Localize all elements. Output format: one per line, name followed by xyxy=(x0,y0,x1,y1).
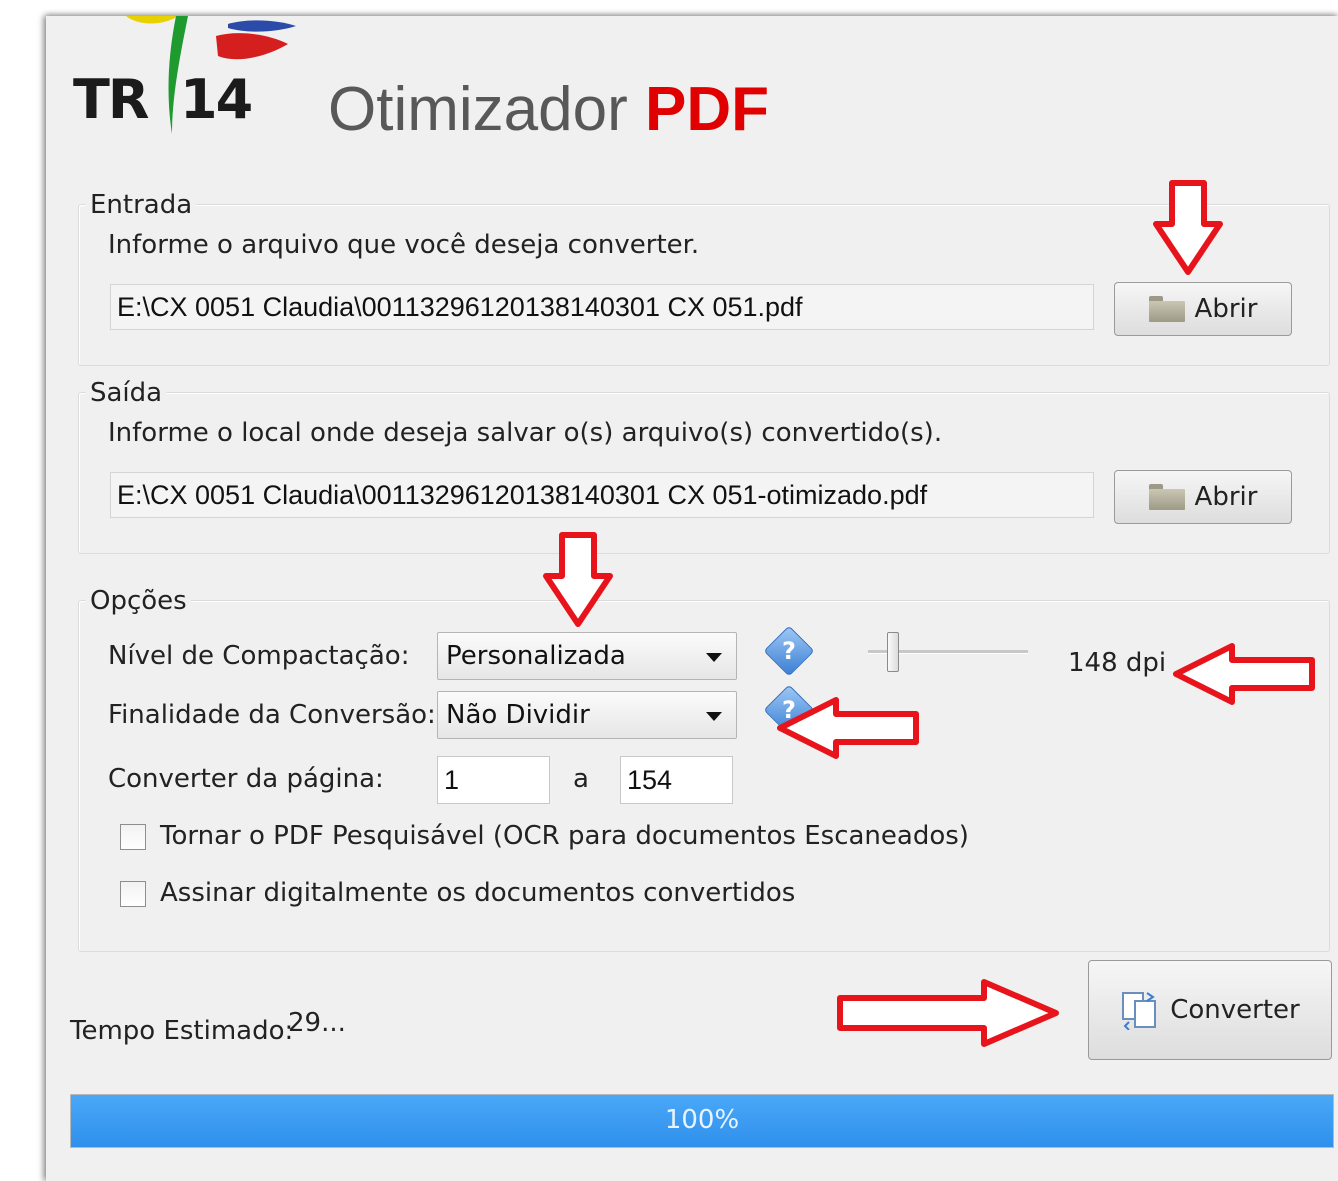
tr14-logo: TR 14 xyxy=(68,16,298,136)
purpose-label: Finalidade da Conversão: xyxy=(108,700,436,730)
convert-icon xyxy=(1122,992,1157,1030)
chevron-down-icon xyxy=(706,653,722,662)
folder-icon xyxy=(1148,484,1185,510)
entrada-path-field[interactable]: E:\CX 0051 Claudia\00113296120138140301 … xyxy=(110,284,1094,330)
saida-instruction: Informe o local onde deseja salvar o(s) … xyxy=(108,418,943,448)
sign-label: Assinar digitalmente os documentos conve… xyxy=(160,878,796,908)
annotation-arrow-left-icon xyxy=(1173,643,1315,705)
folder-icon xyxy=(1148,296,1185,322)
saida-open-label: Abrir xyxy=(1194,482,1258,512)
dpi-value: 148 dpi xyxy=(1068,648,1167,678)
saida-path-field[interactable]: E:\CX 0051 Claudia\00113296120138140301 … xyxy=(110,472,1094,518)
saida-legend: Saída xyxy=(86,378,167,408)
ocr-checkbox[interactable] xyxy=(120,824,146,850)
entrada-open-label: Abrir xyxy=(1194,294,1258,324)
compression-label: Nível de Compactação: xyxy=(108,641,410,671)
app-title-accent: PDF xyxy=(644,75,769,144)
annotation-arrow-left-icon xyxy=(777,697,919,759)
saida-open-button[interactable]: Abrir xyxy=(1114,470,1292,524)
compression-select[interactable]: Personalizada xyxy=(437,632,737,680)
estimate-label: Tempo Estimado: xyxy=(70,1016,294,1046)
annotation-arrow-down-icon xyxy=(1153,180,1223,275)
chevron-down-icon xyxy=(706,712,722,721)
app-window: TR 14 Otimizador PDF Entrada Informe o a… xyxy=(46,16,1338,1181)
dpi-slider[interactable] xyxy=(868,630,1030,674)
entrada-open-button[interactable]: Abrir xyxy=(1114,282,1292,336)
entrada-legend: Entrada xyxy=(86,190,197,220)
page-range-separator: a xyxy=(573,764,589,794)
compression-value: Personalizada xyxy=(446,641,626,671)
opcoes-legend: Opções xyxy=(86,586,191,616)
purpose-select[interactable]: Não Dividir xyxy=(437,691,737,739)
annotation-arrow-down-icon xyxy=(543,532,613,627)
estimate-value: 29... xyxy=(288,1008,346,1038)
logo-text-right: 14 xyxy=(180,68,253,131)
convert-label: Converter xyxy=(1170,995,1300,1025)
page-range-label: Converter da página: xyxy=(108,764,384,794)
entrada-instruction: Informe o arquivo que você deseja conver… xyxy=(108,230,700,260)
logo-text-left: TR xyxy=(73,68,149,131)
progress-text: 100% xyxy=(664,1105,740,1135)
dpi-slider-thumb[interactable] xyxy=(887,632,899,672)
page-from-input[interactable]: 1 xyxy=(437,756,550,804)
ocr-label: Tornar o PDF Pesquisável (OCR para docum… xyxy=(160,821,969,851)
app-title-main: Otimizador xyxy=(328,75,628,144)
app-title: Otimizador PDF xyxy=(328,74,769,145)
purpose-value: Não Dividir xyxy=(446,700,590,730)
progress-bar: 100% xyxy=(70,1094,1334,1148)
sign-checkbox[interactable] xyxy=(120,881,146,907)
annotation-arrow-right-icon xyxy=(837,979,1059,1047)
page-to-input[interactable]: 154 xyxy=(620,756,733,804)
convert-button[interactable]: Converter xyxy=(1088,960,1332,1060)
